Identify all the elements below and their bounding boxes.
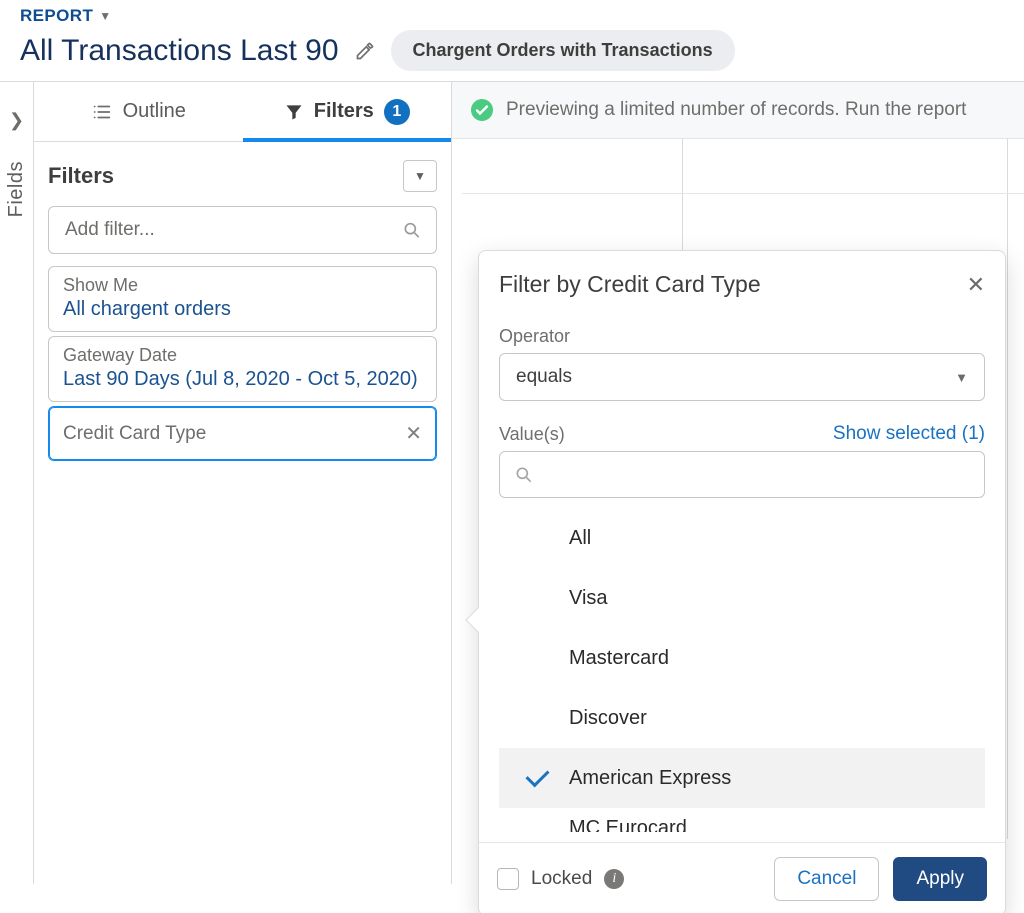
apply-button[interactable]: Apply xyxy=(893,857,987,901)
tab-filters[interactable]: Filters 1 xyxy=(243,82,452,141)
value-option[interactable]: All xyxy=(499,508,985,568)
report-type-pill[interactable]: Chargent Orders with Transactions xyxy=(391,30,735,71)
filter-popover: Filter by Credit Card Type ✕ Operator eq… xyxy=(478,250,1006,913)
pencil-icon[interactable] xyxy=(355,40,375,61)
value-option[interactable]: Mastercard xyxy=(499,628,985,688)
values-option-list: All Visa Mastercard Discover American Ex… xyxy=(499,508,985,832)
value-option[interactable]: American Express xyxy=(499,748,985,808)
popover-title: Filter by Credit Card Type xyxy=(499,271,761,298)
tab-outline-label: Outline xyxy=(123,100,186,123)
filter-icon xyxy=(284,100,304,123)
value-option-label: American Express xyxy=(569,767,731,790)
report-type-kicker[interactable]: REPORT ▼ xyxy=(20,6,1004,26)
filters-menu-button[interactable]: ▼ xyxy=(403,160,437,192)
chevron-right-icon: ❯ xyxy=(9,110,24,131)
locked-label: Locked xyxy=(531,868,592,890)
value-option[interactable]: Visa xyxy=(499,568,985,628)
operator-select[interactable]: equals ▼ xyxy=(499,353,985,401)
filter-card-label: Show Me xyxy=(63,275,422,296)
values-search-input[interactable] xyxy=(499,451,985,498)
search-icon xyxy=(514,464,534,485)
operator-value: equals xyxy=(516,366,572,388)
values-label: Value(s) xyxy=(499,424,565,445)
filter-card-value: Last 90 Days (Jul 8, 2020 - Oct 5, 2020) xyxy=(63,368,422,391)
page-title: All Transactions Last 90 xyxy=(20,34,339,68)
outline-icon xyxy=(91,100,113,123)
value-option-label: MC Eurocard xyxy=(569,817,687,833)
cancel-button[interactable]: Cancel xyxy=(774,857,879,901)
fields-rail-label: Fields xyxy=(5,161,28,217)
preview-text: Previewing a limited number of records. … xyxy=(506,99,966,121)
filter-count-badge: 1 xyxy=(384,99,410,125)
close-icon[interactable]: ✕ xyxy=(967,272,985,298)
chevron-down-icon: ▼ xyxy=(955,370,968,385)
filter-card-show-me[interactable]: Show Me All chargent orders xyxy=(48,266,437,332)
value-option-label: Discover xyxy=(569,707,647,730)
close-icon[interactable]: ✕ xyxy=(405,421,422,446)
tab-filters-label: Filters xyxy=(314,100,374,123)
chevron-down-icon: ▼ xyxy=(99,9,111,23)
fields-rail[interactable]: ❯ Fields xyxy=(0,82,34,884)
value-option[interactable]: MC Eurocard xyxy=(499,808,985,832)
filter-card-credit-card-type[interactable]: Credit Card Type ✕ xyxy=(48,406,437,461)
check-circle-icon xyxy=(470,98,494,122)
add-filter-input[interactable]: Add filter... xyxy=(48,206,437,254)
locked-checkbox[interactable] xyxy=(497,868,519,890)
value-option-label: Mastercard xyxy=(569,647,669,670)
info-icon[interactable]: i xyxy=(604,869,624,889)
value-option-label: Visa xyxy=(569,587,608,610)
kicker-text: REPORT xyxy=(20,6,93,26)
operator-label: Operator xyxy=(499,326,985,347)
filter-card-label: Gateway Date xyxy=(63,345,422,366)
tab-outline[interactable]: Outline xyxy=(34,82,243,141)
show-selected-link[interactable]: Show selected (1) xyxy=(833,423,985,445)
search-icon xyxy=(402,219,422,240)
value-option[interactable]: Discover xyxy=(499,688,985,748)
preview-banner: Previewing a limited number of records. … xyxy=(452,82,1024,139)
chevron-down-icon: ▼ xyxy=(414,169,426,183)
add-filter-placeholder: Add filter... xyxy=(65,219,155,240)
filter-card-value: All chargent orders xyxy=(63,298,422,321)
value-option-label: All xyxy=(569,527,591,550)
filter-card-label: Credit Card Type xyxy=(63,423,206,445)
filter-card-gateway-date[interactable]: Gateway Date Last 90 Days (Jul 8, 2020 -… xyxy=(48,336,437,402)
filters-heading: Filters xyxy=(48,163,114,189)
